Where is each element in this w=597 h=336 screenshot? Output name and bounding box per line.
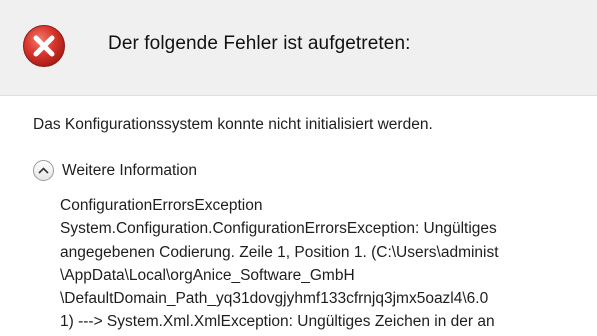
details-line: angegebenen Codierung. Zeile 1, Position… (60, 243, 499, 261)
expander-label[interactable]: Weitere Information (62, 162, 197, 180)
dialog-title: Der folgende Fehler ist aufgetreten: (108, 33, 411, 54)
dialog-header: Der folgende Fehler ist aufgetreten: (0, 0, 597, 96)
details-line: 1) ---> System.Xml.XmlException: Ungülti… (60, 313, 495, 331)
error-icon (22, 24, 66, 68)
details-line: \AppData\Local\orgAnice_Software_GmbH (60, 266, 355, 284)
error-message: Das Konfigurationssystem konnte nicht in… (33, 116, 433, 133)
chevron-up-icon[interactable] (33, 160, 54, 181)
details-line: System.Configuration.ConfigurationErrors… (60, 220, 497, 238)
error-details: ConfigurationErrorsException System.Conf… (60, 194, 597, 334)
details-line: ConfigurationErrorsException (60, 197, 263, 214)
details-line: \DefaultDomain_Path_yq31dovgjyhmf133cfrn… (60, 290, 489, 308)
more-information-expander[interactable]: Weitere Information (33, 160, 197, 181)
